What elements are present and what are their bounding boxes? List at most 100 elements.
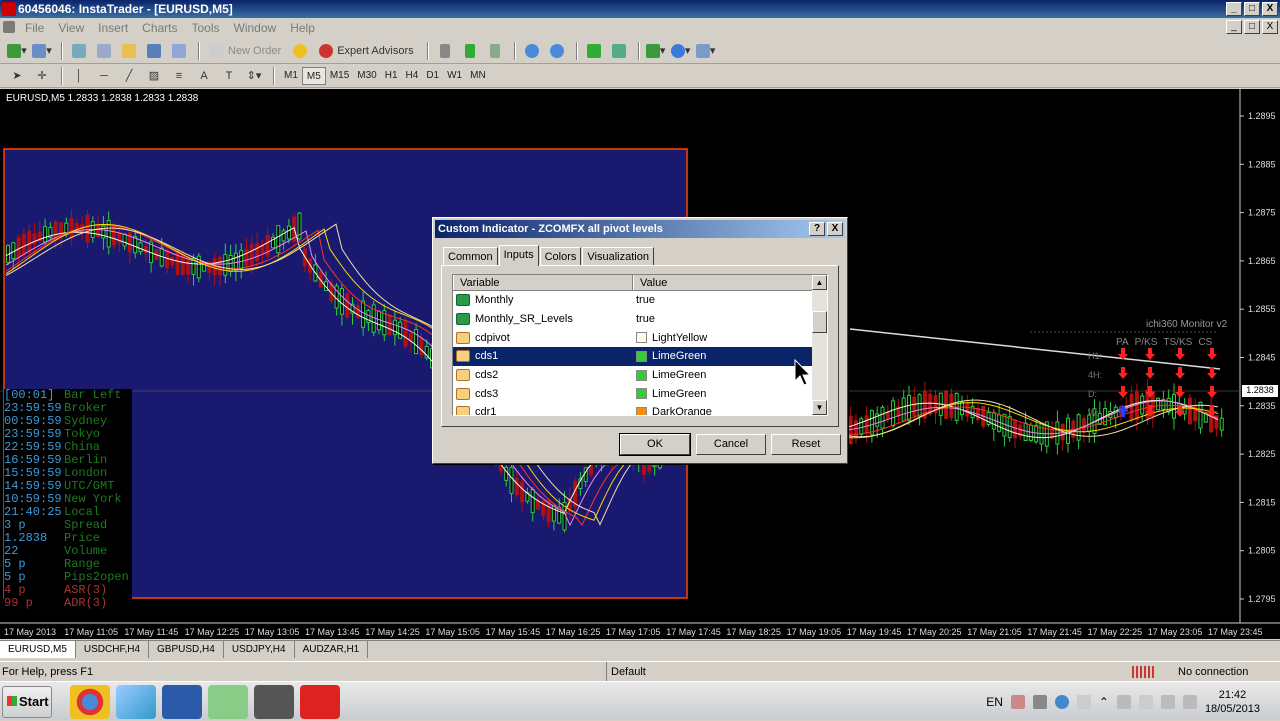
fibonacci-tool[interactable]: ≡	[168, 66, 190, 86]
timeframe-m5[interactable]: M5	[301, 66, 326, 85]
candlestick-button[interactable]	[459, 41, 481, 61]
timeframe-w1[interactable]: W1	[443, 67, 466, 85]
tester-button[interactable]	[168, 41, 190, 61]
scroll-up-button[interactable]: ▲	[812, 275, 827, 290]
timeframe-d1[interactable]: D1	[422, 67, 443, 85]
indicators-button[interactable]: ▾	[645, 41, 667, 61]
menu-charts[interactable]: Charts	[135, 21, 184, 35]
cancel-button[interactable]: Cancel	[696, 434, 766, 455]
menu-help[interactable]: Help	[283, 21, 322, 35]
help-tray-icon[interactable]	[1054, 694, 1069, 709]
channel-tool[interactable]: ▨	[143, 66, 165, 86]
zoom-out-button[interactable]	[546, 41, 568, 61]
menu-file[interactable]: File	[18, 21, 51, 35]
column-value[interactable]: Value	[633, 275, 814, 290]
expert-advisors-button[interactable]: Expert Advisors	[314, 41, 418, 61]
value-cell[interactable]: LimeGreen	[633, 350, 813, 362]
navigator-button[interactable]	[118, 41, 140, 61]
show-hidden-icon[interactable]: ⌃	[1099, 695, 1109, 709]
tab-visualization[interactable]: Visualization	[582, 247, 654, 266]
menu-insert[interactable]: Insert	[91, 21, 135, 35]
dialog-help-button[interactable]: ?	[809, 222, 825, 236]
text-tool[interactable]: A	[193, 66, 215, 86]
value-cell[interactable]: LightYellow	[633, 332, 813, 344]
data-window-button[interactable]	[93, 41, 115, 61]
doc-close-button[interactable]: X	[1262, 20, 1278, 34]
arrows-tool[interactable]: ⇕▾	[243, 66, 265, 86]
column-variable[interactable]: Variable	[453, 275, 633, 290]
notes-taskbar-icon[interactable]	[208, 685, 248, 719]
volume-tray-icon[interactable]	[1182, 694, 1197, 709]
timeframe-m15[interactable]: M15	[326, 67, 353, 85]
monitor-tray-icon[interactable]	[1138, 694, 1153, 709]
menu-window[interactable]: Window	[227, 21, 284, 35]
doc-minimize-button[interactable]: _	[1226, 20, 1242, 34]
doc-restore-button[interactable]: □	[1244, 20, 1260, 34]
menu-view[interactable]: View	[51, 21, 91, 35]
timeframe-mn[interactable]: MN	[466, 67, 490, 85]
chart-tab-audzar[interactable]: AUDZAR,H1	[295, 641, 369, 658]
chart-tab-gbpusd[interactable]: GBPUSD,H4	[149, 641, 224, 658]
network-tray-icon[interactable]	[1160, 694, 1175, 709]
timeframe-m30[interactable]: M30	[353, 67, 380, 85]
input-row-cds1[interactable]: cds1 LimeGreen	[453, 347, 827, 366]
tool-taskbar-icon[interactable]	[254, 685, 294, 719]
periods-button[interactable]: ▾	[670, 41, 692, 61]
tab-colors[interactable]: Colors	[539, 247, 582, 266]
trendline-tool[interactable]: ╱	[118, 66, 140, 86]
minimize-button[interactable]: _	[1226, 2, 1242, 16]
maximize-button[interactable]: □	[1244, 2, 1260, 16]
reset-button[interactable]: Reset	[771, 434, 841, 455]
vertical-line-tool[interactable]: │	[68, 66, 90, 86]
zoom-in-button[interactable]	[521, 41, 543, 61]
tab-common[interactable]: Common	[443, 247, 498, 266]
ok-button[interactable]: OK	[619, 433, 691, 456]
input-row-cds2[interactable]: cds2 LimeGreen	[453, 366, 827, 385]
chart-shift-button[interactable]	[608, 41, 630, 61]
market-watch-button[interactable]	[68, 41, 90, 61]
flag-tray-icon[interactable]	[1116, 694, 1131, 709]
alert-button[interactable]	[289, 41, 311, 61]
bar-chart-button[interactable]	[434, 41, 456, 61]
line-chart-button[interactable]	[484, 41, 506, 61]
input-row-monthly[interactable]: Monthly true	[453, 291, 827, 310]
scroll-thumb[interactable]	[812, 311, 827, 333]
tab-inputs[interactable]: Inputs	[498, 245, 539, 266]
inputs-grid[interactable]: Variable Value Monthly true Monthly_SR_Lev…	[452, 274, 828, 416]
autoscroll-button[interactable]	[583, 41, 605, 61]
menu-tools[interactable]: Tools	[185, 21, 227, 35]
timeframe-h1[interactable]: H1	[381, 67, 402, 85]
value-cell[interactable]: true	[633, 294, 813, 306]
value-cell[interactable]: LimeGreen	[633, 388, 813, 400]
timeframe-h4[interactable]: H4	[402, 67, 423, 85]
value-cell[interactable]: LimeGreen	[633, 369, 813, 381]
scroll-down-button[interactable]: ▼	[812, 400, 827, 415]
new-order-button[interactable]: New Order	[205, 41, 286, 61]
input-row-cds3[interactable]: cds3 LimeGreen	[453, 384, 827, 403]
settings-tray-icon[interactable]	[1032, 694, 1047, 709]
language-indicator[interactable]: EN	[986, 695, 1003, 709]
cursor-tool[interactable]: ➤	[6, 66, 28, 86]
grid-scrollbar[interactable]: ▲ ▼	[812, 275, 827, 415]
new-chart-button[interactable]: ▾	[6, 41, 28, 61]
profiles-button[interactable]: ▾	[31, 41, 53, 61]
input-row-cdr1[interactable]: cdr1 DarkOrange	[453, 403, 827, 415]
instatrader-taskbar-icon[interactable]	[300, 685, 340, 719]
value-cell[interactable]: true	[633, 313, 813, 325]
word-taskbar-icon[interactable]	[162, 685, 202, 719]
value-cell[interactable]: DarkOrange	[633, 406, 813, 415]
chart-tab-usdjpy[interactable]: USDJPY,H4	[224, 641, 295, 658]
keyboard-tray-icon[interactable]	[1076, 694, 1091, 709]
label-tool[interactable]: T	[218, 66, 240, 86]
start-button[interactable]: Start	[2, 686, 52, 718]
doc-tray-icon[interactable]	[1010, 694, 1025, 709]
dialog-close-button[interactable]: X	[827, 222, 843, 236]
chrome-taskbar-icon[interactable]	[70, 685, 110, 719]
chart-tab-usdchf[interactable]: USDCHF,H4	[76, 641, 150, 658]
crosshair-tool[interactable]: ✛	[31, 66, 53, 86]
horizontal-line-tool[interactable]: ─	[93, 66, 115, 86]
explorer-taskbar-icon[interactable]	[116, 685, 156, 719]
input-row-cdpivot[interactable]: cdpivot LightYellow	[453, 328, 827, 347]
terminal-button[interactable]	[143, 41, 165, 61]
close-button[interactable]: X	[1262, 2, 1278, 16]
